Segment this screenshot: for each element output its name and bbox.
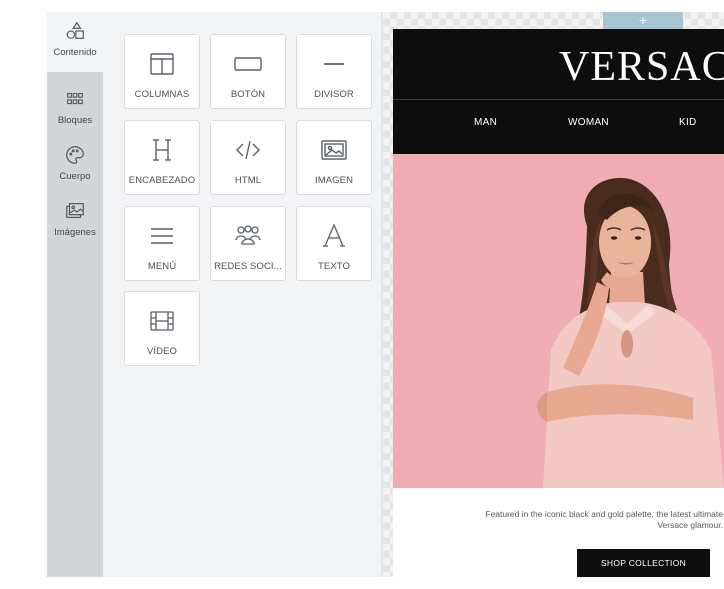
tool-divisor[interactable]: DIVISOR	[296, 34, 372, 109]
hero-image[interactable]	[393, 154, 724, 488]
html-code-icon	[236, 140, 260, 160]
tool-html[interactable]: HTML	[210, 120, 286, 195]
content-tools-panel: COLUMNAS BOTÓN DIVISOR ENCABEZADO HTML I…	[103, 12, 381, 577]
nav-link-kid[interactable]: KID	[679, 117, 697, 128]
shop-collection-button[interactable]: SHOP COLLECTION	[577, 549, 710, 577]
tool-label: DIVISOR	[314, 89, 354, 100]
editor-canvas: + VERSACE MAN WOMAN KID	[383, 12, 724, 577]
sidebar-item-label: Imágenes	[54, 227, 96, 238]
sidebar-item-cuerpo[interactable]: Cuerpo	[47, 136, 103, 196]
social-icon	[235, 225, 261, 245]
tool-label: TEXTO	[318, 261, 350, 272]
header-divider	[393, 99, 724, 100]
email-preview[interactable]: VERSACE MAN WOMAN KID	[393, 29, 724, 577]
sidebar-item-contenido[interactable]: Contenido	[47, 12, 103, 72]
tool-boton[interactable]: BOTÓN	[210, 34, 286, 109]
tool-video[interactable]: VÍDEO	[124, 291, 200, 366]
palette-icon	[66, 146, 84, 164]
columns-icon	[150, 53, 174, 75]
sidebar-item-bloques[interactable]: Bloques	[47, 80, 103, 140]
button-icon	[234, 57, 262, 71]
nav-link-woman[interactable]: WOMAN	[568, 117, 609, 128]
images-icon	[66, 203, 84, 219]
email-editor: Contenido Bloques Cuerpo Imágenes COLUMN…	[0, 0, 724, 589]
tool-columnas[interactable]: COLUMNAS	[124, 34, 200, 109]
add-row-button[interactable]: +	[603, 12, 683, 29]
tool-label: VÍDEO	[146, 346, 178, 357]
video-icon	[150, 311, 174, 331]
text-icon	[323, 223, 345, 247]
tool-label: REDES SOCI...	[214, 261, 282, 272]
divider-icon	[324, 63, 344, 65]
sidebar-item-label: Bloques	[57, 115, 93, 126]
tool-menu[interactable]: MENÚ	[124, 206, 200, 281]
tool-label: BOTÓN	[230, 89, 266, 100]
tool-label: COLUMNAS	[134, 89, 190, 100]
tool-redes-sociales[interactable]: REDES SOCI...	[210, 206, 286, 281]
tool-label: HTML	[234, 175, 262, 186]
tool-texto[interactable]: TEXTO	[296, 206, 372, 281]
nav-link-man[interactable]: MAN	[474, 117, 497, 128]
tool-encabezado[interactable]: ENCABEZADO	[124, 120, 200, 195]
email-body-text[interactable]: Featured in the iconic black and gold pa…	[453, 509, 723, 531]
blocks-grid-icon	[67, 92, 83, 105]
image-icon	[321, 140, 347, 160]
tool-label: IMAGEN	[314, 175, 354, 186]
tool-label: ENCABEZADO	[128, 175, 196, 186]
sidebar-item-label: Cuerpo	[59, 171, 91, 182]
editor-sidebar: Contenido Bloques Cuerpo Imágenes	[47, 12, 103, 577]
tool-label: MENÚ	[147, 261, 177, 272]
tool-imagen[interactable]: IMAGEN	[296, 120, 372, 195]
brand-logo: VERSACE	[559, 44, 724, 90]
model-photo	[537, 177, 724, 488]
email-header[interactable]: VERSACE MAN WOMAN KID	[393, 29, 724, 154]
content-shapes-icon	[66, 21, 84, 39]
heading-icon	[153, 139, 171, 161]
sidebar-item-label: Contenido	[53, 47, 97, 58]
sidebar-item-imagenes[interactable]: Imágenes	[47, 192, 103, 252]
menu-icon	[151, 228, 173, 244]
